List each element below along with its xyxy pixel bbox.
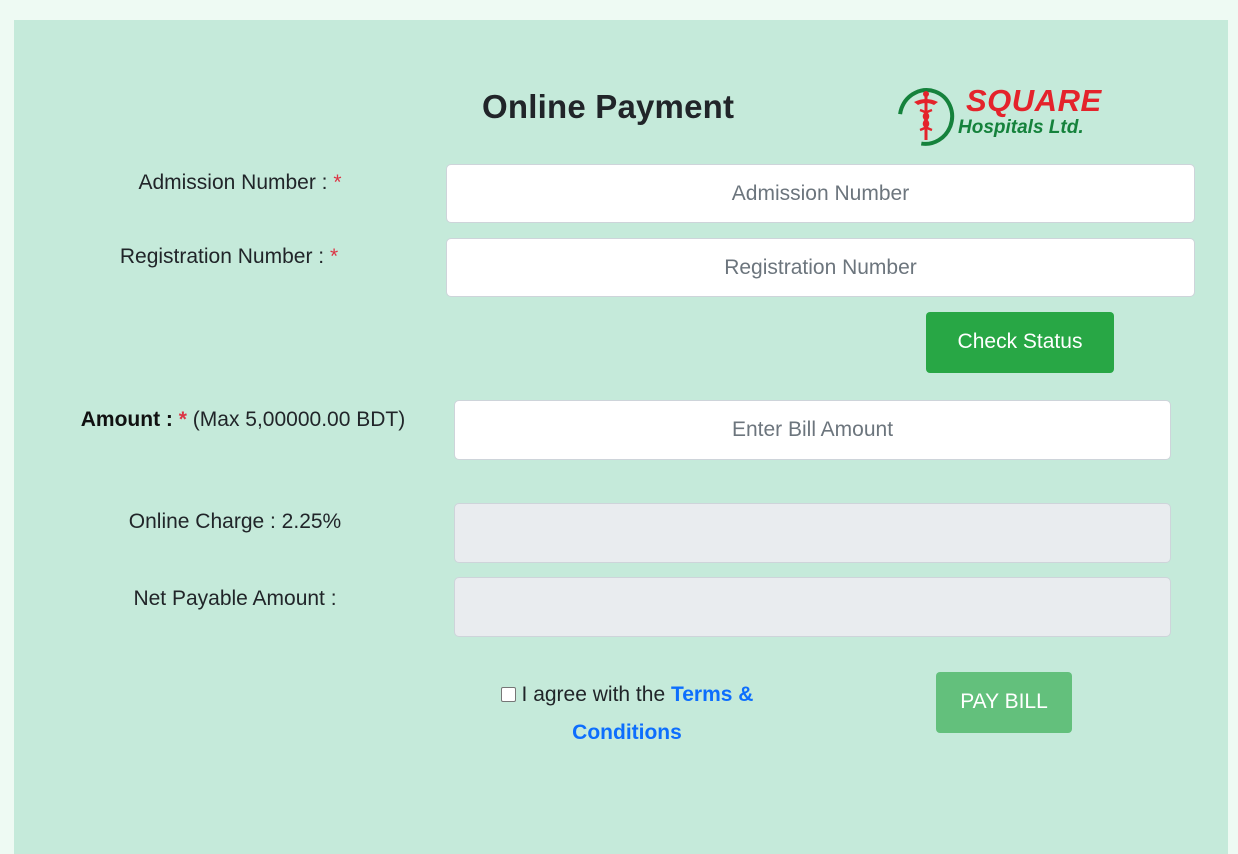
terms-agreement: I agree with the Terms & Conditions	[462, 676, 792, 752]
required-mark: *	[333, 171, 342, 194]
admission-number-label-text: Admission Number :	[138, 171, 328, 194]
required-mark: *	[329, 245, 339, 268]
admission-number-input[interactable]: Admission Number	[446, 164, 1195, 223]
online-charge-label: Online Charge : 2.25%	[128, 510, 342, 533]
check-status-button[interactable]: Check Status	[926, 312, 1114, 373]
agree-text: I agree with the	[521, 683, 666, 706]
amount-max-note: (Max 5,00000.00 BDT)	[192, 408, 406, 431]
registration-number-label: Registration Number : *	[44, 240, 414, 274]
logo-text-square: SQUARE	[966, 83, 1102, 118]
required-mark: *	[178, 408, 187, 431]
caduceus-icon	[897, 88, 955, 146]
admission-number-label: Admission Number : *	[60, 166, 420, 200]
pay-bill-button[interactable]: PAY BILL	[936, 672, 1072, 733]
net-payable-field	[454, 577, 1171, 637]
logo-text-hospitals: Hospitals Ltd.	[958, 117, 1084, 138]
square-hospitals-logo: SQUARE Hospitals Ltd.	[896, 84, 1141, 150]
terms-checkbox[interactable]	[500, 687, 516, 702]
amount-label-text: Amount :	[80, 408, 173, 431]
net-payable-label: Net Payable Amount :	[133, 587, 337, 610]
registration-number-input[interactable]: Registration Number	[446, 238, 1195, 297]
bill-amount-input[interactable]: Enter Bill Amount	[454, 400, 1171, 460]
registration-number-label-text: Registration Number :	[119, 245, 325, 268]
page-title: Online Payment	[482, 88, 735, 125]
amount-label: Amount : * (Max 5,00000.00 BDT)	[68, 403, 418, 437]
online-charge-field	[454, 503, 1171, 563]
